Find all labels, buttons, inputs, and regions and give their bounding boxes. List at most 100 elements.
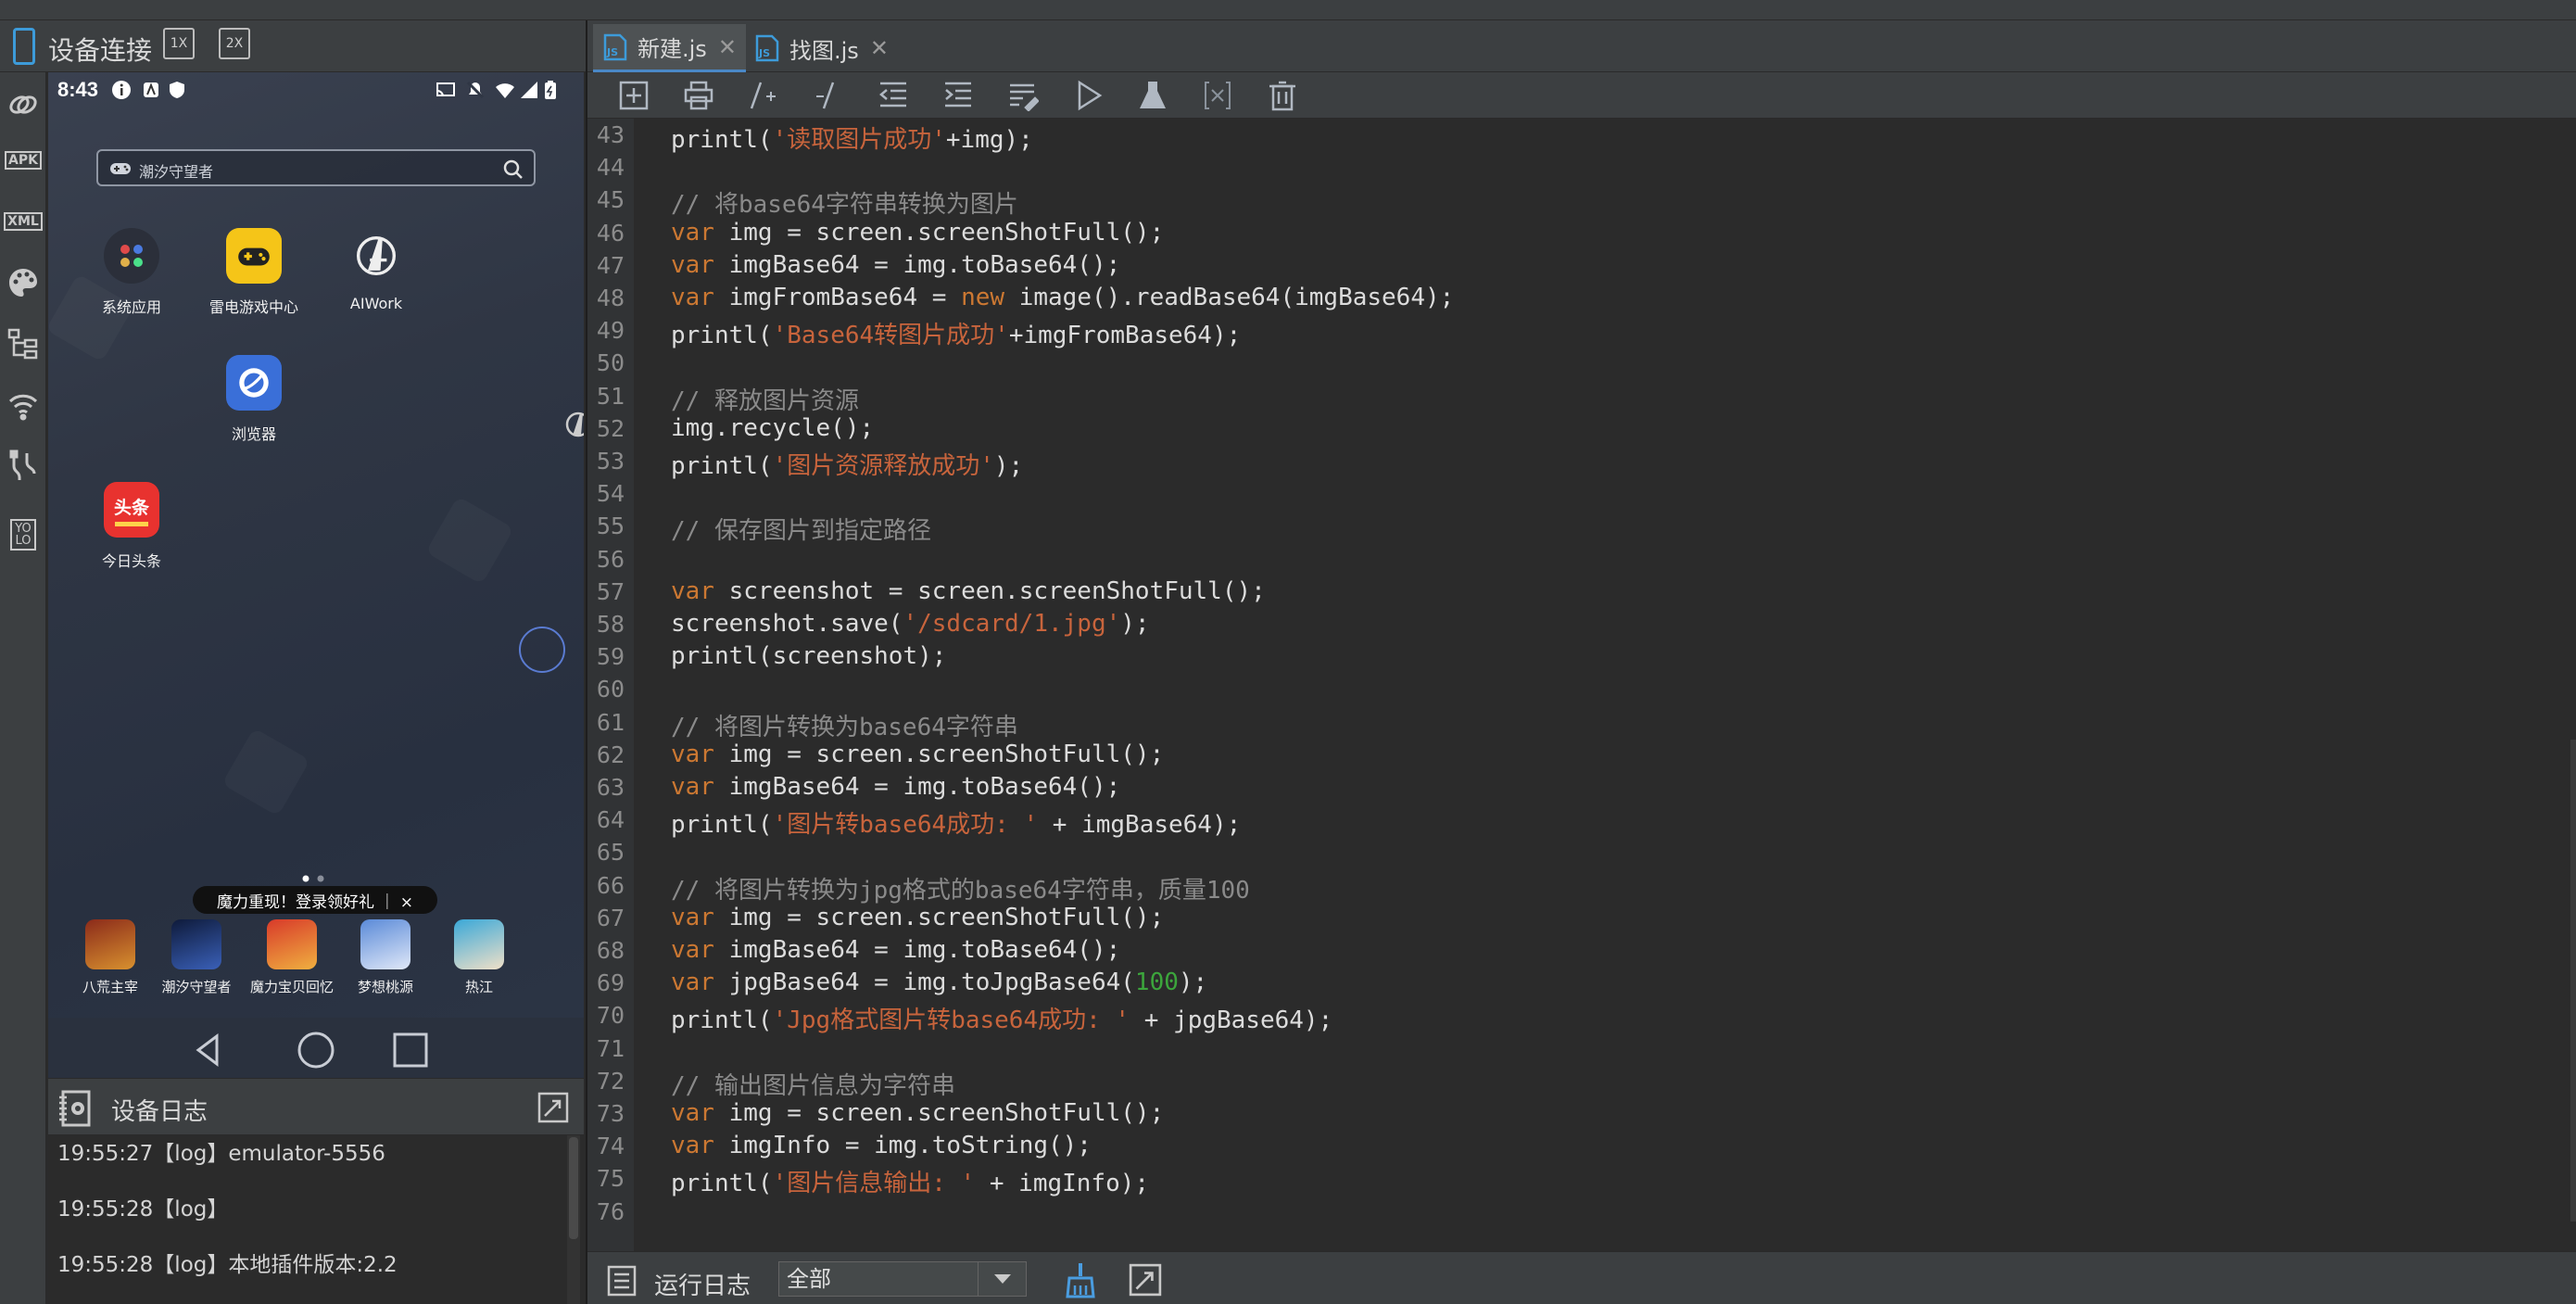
broom-clear-icon[interactable] xyxy=(1062,1261,1099,1298)
floating-ball[interactable] xyxy=(519,627,565,673)
outdent-icon[interactable] xyxy=(877,79,910,112)
bahuang-icon xyxy=(85,919,135,969)
code-line[interactable]: var img = screen.screenShotFull(); xyxy=(671,904,1164,931)
code-line[interactable]: printl('图片资源释放成功'); xyxy=(671,447,1023,481)
dock-app-bahuang[interactable]: 八荒主宰 xyxy=(69,919,152,996)
code-editor[interactable]: 43 44 45 46 47 48 49 50 51 52 53 54 55 56 57 58 59 60 61 62… xyxy=(587,119,2576,1251)
system-apps-icon xyxy=(104,228,159,284)
device-log-body[interactable]: 19:55:27【log】emulator-5556 19:55:28【log】… xyxy=(48,1135,584,1304)
code-line[interactable]: var img = screen.screenShotFull(); xyxy=(671,219,1164,247)
dock-app-rejiang[interactable]: 热江 xyxy=(437,919,521,996)
code-line[interactable]: // 将图片转换为base64字符串 xyxy=(671,708,1018,742)
chevron-down-icon[interactable] xyxy=(978,1262,1026,1296)
code-line[interactable]: var imgFromBase64 = new image().readBase… xyxy=(671,284,1454,311)
search-icon[interactable] xyxy=(502,158,524,181)
test-icon[interactable] xyxy=(1136,79,1169,112)
status-bar: 8:43 xyxy=(48,72,584,108)
code-line[interactable]: // 将base64字符串转换为图片 xyxy=(671,185,1018,220)
code-line[interactable]: printl('Base64转图片成功'+imgFromBase64); xyxy=(671,316,1241,350)
chaoxi-icon xyxy=(171,919,221,969)
svg-text:JS: JS xyxy=(606,46,618,58)
dock-label: 梦想桃源 xyxy=(357,979,413,995)
close-icon[interactable]: ✕ xyxy=(718,34,737,60)
dock-label: 魔力宝贝回忆 xyxy=(249,979,334,995)
clear-icon[interactable] xyxy=(1266,79,1299,112)
code-line[interactable]: printl('读取图片成功'+img); xyxy=(671,120,1033,155)
code-line[interactable]: img.recycle(); xyxy=(671,414,874,442)
log-scrollbar[interactable] xyxy=(567,1135,580,1304)
new-icon[interactable] xyxy=(617,79,650,112)
code-line[interactable]: // 将图片转换为jpg格式的base64字符串，质量100 xyxy=(671,871,1250,905)
indent-icon[interactable] xyxy=(941,79,975,112)
line-number: 44 xyxy=(596,154,625,182)
xml-icon[interactable]: XML xyxy=(4,202,43,241)
yolo-bottom-label: LO xyxy=(15,534,32,548)
code-line[interactable]: var imgBase64 = img.toBase64(); xyxy=(671,936,1120,964)
uncomment-icon[interactable] xyxy=(812,79,845,112)
app-leidian-game-center[interactable]: 雷电游戏中心 xyxy=(198,228,309,317)
dock-app-mengxiang[interactable]: 梦想桃源 xyxy=(339,919,432,996)
log-scroll-thumb[interactable] xyxy=(569,1137,578,1239)
usb-icon[interactable] xyxy=(4,447,43,486)
app-system[interactable]: 系统应用 xyxy=(76,228,187,317)
code-line[interactable]: printl('图片信息输出: ' + imgInfo); xyxy=(671,1164,1149,1198)
code-line[interactable]: var screenshot = screen.screenShotFull()… xyxy=(671,577,1266,605)
comment-icon[interactable] xyxy=(747,79,780,112)
line-number: 62 xyxy=(596,741,625,768)
line-number: 49 xyxy=(596,317,625,345)
tab-find-image-js[interactable]: JS 找图.js ✕ xyxy=(745,24,898,72)
tree-icon[interactable] xyxy=(4,324,43,363)
back-icon[interactable] xyxy=(189,1031,228,1070)
close-icon[interactable]: ✕ xyxy=(870,35,889,61)
code-line[interactable]: var img = screen.screenShotFull(); xyxy=(671,741,1164,768)
code-line[interactable]: printl('图片转base64成功: ' + imgBase64); xyxy=(671,805,1241,840)
dock-app-chaoxi[interactable]: 潮汐守望者 xyxy=(150,919,243,996)
variable-icon[interactable] xyxy=(1201,79,1234,112)
code-line[interactable]: var imgBase64 = img.toBase64(); xyxy=(671,251,1120,279)
link-icon[interactable] xyxy=(4,85,43,124)
svg-text:JS: JS xyxy=(758,47,770,59)
expand-log-icon[interactable] xyxy=(1129,1263,1162,1297)
format-icon[interactable] xyxy=(1006,79,1040,112)
expand-icon[interactable] xyxy=(537,1092,569,1123)
code-line[interactable]: printl('Jpg格式图片转base64成功: ' + jpgBase64)… xyxy=(671,1001,1332,1035)
code-scroll-thumb[interactable] xyxy=(2570,740,2576,1222)
dock-app-moli[interactable]: 魔力宝贝回忆 xyxy=(241,919,343,996)
log-filter-select[interactable]: 全部 xyxy=(778,1261,1027,1297)
code-line[interactable]: var img = screen.screenShotFull(); xyxy=(671,1099,1164,1127)
apk-icon[interactable]: APK xyxy=(4,141,43,180)
code-line[interactable]: var jpgBase64 = img.toJpgBase64(100); xyxy=(671,969,1207,996)
app-toutiao[interactable]: 头条 今日头条 xyxy=(76,482,187,571)
code-line[interactable]: // 释放图片资源 xyxy=(671,382,859,416)
code-line[interactable]: screenshot.save('/sdcard/1.jpg'); xyxy=(671,610,1150,638)
line-number: 45 xyxy=(596,186,625,214)
code-line[interactable]: // 保存图片到指定路径 xyxy=(671,512,931,546)
code-line[interactable]: // 输出图片信息为字符串 xyxy=(671,1067,955,1101)
zoom-2x-button[interactable]: 2X xyxy=(219,28,250,59)
print-icon[interactable] xyxy=(682,79,715,112)
app-browser[interactable]: 浏览器 xyxy=(198,355,309,444)
code-scrollbar[interactable] xyxy=(2569,119,2576,1251)
home-icon[interactable] xyxy=(297,1031,335,1070)
app-label: 今日头条 xyxy=(101,552,161,570)
phone-screen[interactable]: 8:43 潮汐守望者 系统应用 雷电游戏中心 AIWork 浏览器 头条 今日头… xyxy=(48,72,584,1078)
promo-banner[interactable]: 魔力重现！登录领好礼 ｜ × xyxy=(193,886,437,914)
line-number-gutter: 43 44 45 46 47 48 49 50 51 52 53 54 55 56 57 58 59 60 61 62… xyxy=(587,119,634,1251)
log-line: 19:55:28【log】本地插件版本:2.2 xyxy=(57,1253,398,1277)
palette-icon[interactable] xyxy=(4,263,43,302)
wifi-icon[interactable] xyxy=(4,386,43,424)
code-line[interactable]: var imgBase64 = img.toBase64(); xyxy=(671,773,1120,801)
search-input[interactable]: 潮汐守望者 xyxy=(96,149,536,186)
line-number: 68 xyxy=(596,937,625,964)
app-aiwork[interactable]: AIWork xyxy=(321,228,432,312)
line-number: 46 xyxy=(596,219,625,247)
run-icon[interactable] xyxy=(1071,79,1105,112)
tab-new-js[interactable]: JS 新建.js ✕ xyxy=(593,24,746,72)
code-line[interactable]: printl(screenshot); xyxy=(671,642,946,670)
code-line[interactable]: var imgInfo = img.toString(); xyxy=(671,1132,1092,1159)
line-number: 56 xyxy=(596,545,625,573)
recents-icon[interactable] xyxy=(391,1031,430,1070)
zoom-1x-button[interactable]: 1X xyxy=(163,28,195,59)
js-file-icon: JS xyxy=(755,34,779,62)
yolo-icon[interactable]: YO LO xyxy=(4,515,43,554)
